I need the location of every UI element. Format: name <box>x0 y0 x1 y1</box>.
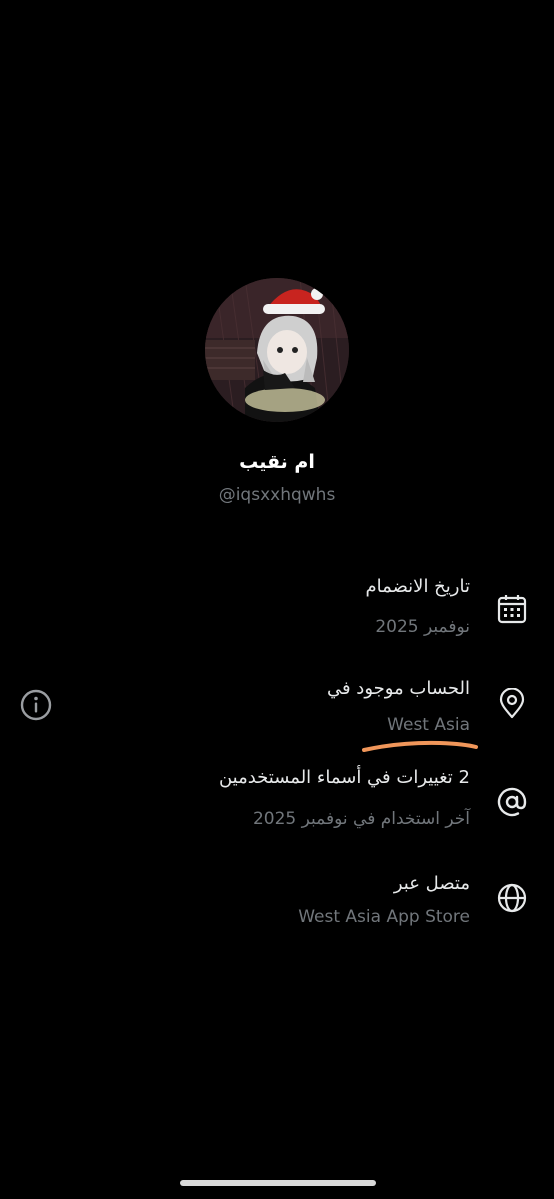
globe-icon <box>496 882 528 914</box>
profile-handle: @iqsxxhqwhs <box>218 485 336 505</box>
profile-name: ام نقيب <box>239 451 315 473</box>
orange-underline-annotation <box>362 740 478 752</box>
location-value: West Asia <box>387 715 470 735</box>
join-date-title: تاريخ الانضمام <box>365 576 470 597</box>
calendar-icon <box>496 593 528 625</box>
connected-via-value: West Asia App Store <box>298 907 470 927</box>
location-pin-icon <box>496 687 528 720</box>
join-date-value: نوفمبر 2025 <box>375 617 470 637</box>
profile-avatar[interactable] <box>205 278 349 422</box>
username-changes-title: 2 تغييرات في أسماء المستخدمين <box>218 767 470 788</box>
info-icon[interactable] <box>19 688 53 722</box>
connected-via-title: متصل عبر <box>393 873 470 894</box>
home-indicator[interactable] <box>180 1180 376 1186</box>
avatar-image <box>205 278 349 422</box>
username-changes-value: آخر استخدام في نوفمبر 2025 <box>252 809 470 829</box>
location-title: الحساب موجود في <box>326 678 470 699</box>
at-sign-icon <box>496 786 528 818</box>
